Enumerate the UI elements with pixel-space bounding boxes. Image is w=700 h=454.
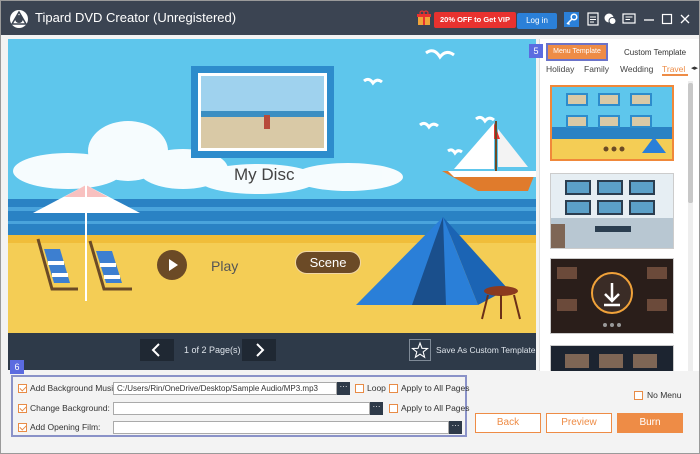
page-navigation: 1 of 2 Page(s) Save As Custom Template <box>8 333 536 370</box>
apply-background-all-pages-label: Apply to All Pages <box>401 403 470 413</box>
play-icon <box>169 259 178 271</box>
partial-template-preview <box>551 346 673 371</box>
app-title: Tipard DVD Creator (Unregistered) <box>35 10 237 25</box>
template-thumbnail-travel-2[interactable] <box>550 173 674 249</box>
chevron-right-icon <box>256 343 265 357</box>
chat-icon[interactable] <box>603 12 617 26</box>
chevron-left-icon <box>151 343 160 357</box>
key-icon[interactable] <box>564 12 579 27</box>
no-menu-label: No Menu <box>647 390 682 400</box>
template-scrollbar[interactable] <box>688 81 693 371</box>
background-music-browse-button[interactable]: ··· <box>337 382 350 395</box>
category-tabs: Holiday Family Wedding Travel ◂▸ <box>540 63 699 76</box>
previous-page-button[interactable] <box>140 339 174 361</box>
apply-music-all-pages-checkbox[interactable] <box>389 384 398 393</box>
background-path-field[interactable] <box>113 402 370 415</box>
scrollbar-thumb[interactable] <box>688 83 693 203</box>
travel-photos-template-preview <box>551 174 673 248</box>
change-background-label: Change Background: <box>30 403 110 413</box>
background-music-label: Add Background Music: <box>30 383 120 393</box>
gift-icon[interactable] <box>417 10 431 26</box>
callout-badge-6: 6 <box>10 360 24 374</box>
menu-settings-group: Add Background Music: C:/Users/Rin/OneDr… <box>11 375 470 437</box>
dark-template-preview <box>551 259 673 333</box>
menu-preview: My Disc Play Scene <box>8 39 536 333</box>
burn-button[interactable]: Burn <box>617 413 683 433</box>
opening-film-path-field[interactable] <box>113 421 449 434</box>
background-music-path-field[interactable]: C:/Users/Rin/OneDrive/Desktop/Sample Aud… <box>113 382 337 395</box>
app-logo-icon <box>10 10 28 28</box>
opening-film-checkbox[interactable] <box>18 423 27 432</box>
callout-badge-5: 5 <box>529 44 543 58</box>
category-holiday[interactable]: Holiday <box>546 64 574 74</box>
minimize-icon[interactable] <box>642 12 656 26</box>
loop-checkbox[interactable] <box>355 384 364 393</box>
tab-custom-template[interactable]: Custom Template <box>624 48 686 57</box>
scene-button[interactable]: Scene <box>295 251 361 274</box>
category-family[interactable]: Family <box>584 64 609 74</box>
next-page-button[interactable] <box>242 339 276 361</box>
category-wedding[interactable]: Wedding <box>620 64 653 74</box>
opening-film-label: Add Opening Film: <box>30 422 101 432</box>
play-label[interactable]: Play <box>211 258 238 274</box>
opening-film-browse-button[interactable]: ··· <box>449 421 462 434</box>
save-template-button[interactable] <box>409 339 431 361</box>
apply-background-all-pages-checkbox[interactable] <box>389 404 398 413</box>
star-icon <box>411 341 429 359</box>
template-thumbnail-travel-1[interactable] <box>550 85 674 161</box>
background-browse-button[interactable]: ··· <box>370 402 383 415</box>
beach-background <box>8 39 536 333</box>
background-music-checkbox[interactable] <box>18 384 27 393</box>
tab-menu-template[interactable]: Menu Template <box>546 43 608 61</box>
title-bar: Tipard DVD Creator (Unregistered) 20% OF… <box>1 1 699 35</box>
category-travel[interactable]: Travel <box>662 64 686 74</box>
selected-category-underline <box>662 74 688 76</box>
maximize-icon[interactable] <box>660 12 674 26</box>
change-background-checkbox[interactable] <box>18 404 27 413</box>
promo-button[interactable]: 20% OFF to Get VIP <box>434 12 517 28</box>
feedback-icon[interactable] <box>622 12 636 26</box>
back-button[interactable]: Back <box>475 413 541 433</box>
close-icon[interactable] <box>678 12 692 26</box>
page-indicator: 1 of 2 Page(s) <box>184 345 241 355</box>
play-button[interactable] <box>157 250 187 280</box>
template-thumbnail-travel-4[interactable] <box>550 345 674 371</box>
category-scroll-arrows-icon[interactable]: ◂▸ <box>691 64 698 72</box>
login-button[interactable]: Log in <box>517 13 557 29</box>
template-thumbnail-travel-3[interactable] <box>550 258 674 334</box>
document-icon[interactable] <box>586 12 600 26</box>
loop-label: Loop <box>367 383 386 393</box>
save-template-label[interactable]: Save As Custom Template <box>436 345 536 355</box>
template-panel: Menu Template Custom Template Holiday Fa… <box>539 39 699 371</box>
no-menu-checkbox[interactable] <box>634 391 643 400</box>
beach-template-preview <box>552 87 672 159</box>
preview-button[interactable]: Preview <box>546 413 612 433</box>
apply-music-all-pages-label: Apply to All Pages <box>401 383 470 393</box>
disc-title[interactable]: My Disc <box>234 165 294 185</box>
app-window: Tipard DVD Creator (Unregistered) 20% OF… <box>0 0 700 454</box>
